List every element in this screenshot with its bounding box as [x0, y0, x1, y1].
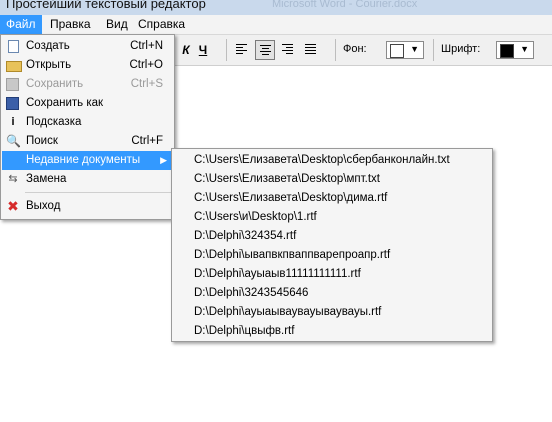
- menu-file[interactable]: Файл: [0, 15, 42, 34]
- dropdown-arrow-icon: ▼: [520, 44, 529, 54]
- menu-item-replace[interactable]: ⇆ Замена: [2, 170, 173, 189]
- open-folder-icon: [6, 61, 22, 72]
- save-disk-icon: [6, 78, 19, 91]
- font-color-combo[interactable]: ▼: [496, 41, 534, 59]
- toolbar-separator: [226, 39, 227, 61]
- save-as-icon: [6, 97, 19, 110]
- background-color-label: Фон:: [343, 43, 367, 55]
- file-menu-dropdown: Создать Ctrl+N Открыть Ctrl+O Сохранить …: [0, 34, 175, 220]
- underline-button[interactable]: Ч: [193, 40, 213, 60]
- dropdown-arrow-icon: ▼: [410, 44, 419, 54]
- menu-item-recent-documents[interactable]: Недавние документы ▶: [2, 151, 173, 170]
- font-color-swatch: [500, 44, 514, 58]
- font-color-label: Шрифт:: [441, 43, 481, 55]
- toolbar-separator: [433, 39, 434, 61]
- recent-document-item[interactable]: D:\Delphi\цвыфв.rtf: [194, 322, 294, 341]
- align-right-button[interactable]: [278, 40, 298, 60]
- submenu-arrow-icon: ▶: [160, 155, 167, 165]
- align-left-icon: [236, 44, 247, 56]
- new-document-icon: [8, 40, 19, 53]
- align-left-button[interactable]: [232, 40, 252, 60]
- replace-icon: ⇆: [8, 173, 18, 185]
- align-center-icon: [260, 45, 271, 57]
- align-right-icon: [282, 44, 293, 56]
- menu-item-open[interactable]: Открыть Ctrl+O: [2, 56, 173, 75]
- window-title: Простейший текстовый редактор: [6, 0, 206, 11]
- search-magnifier-icon: 🔍: [6, 134, 21, 148]
- recent-document-item[interactable]: C:\Users\Елизавета\Desktop\мпт.txt: [194, 170, 380, 189]
- recent-document-item[interactable]: C:\Users\Елизавета\Desktop\дима.rtf: [194, 189, 387, 208]
- recent-document-item[interactable]: D:\Delphi\3243545646: [194, 284, 308, 303]
- menu-item-new[interactable]: Создать Ctrl+N: [2, 37, 173, 56]
- recent-document-item[interactable]: C:\Users\и\Desktop\1.rtf: [194, 208, 317, 227]
- exit-x-icon: ✖: [7, 198, 19, 214]
- menu-edit[interactable]: Правка: [44, 15, 97, 34]
- menu-item-exit[interactable]: ✖ Выход: [2, 197, 173, 216]
- align-justify-icon: [305, 44, 316, 56]
- menu-bar: Файл Правка Вид Справка: [0, 15, 552, 35]
- recent-document-item[interactable]: D:\Delphi\324354.rtf: [194, 227, 296, 246]
- align-justify-button[interactable]: [301, 40, 321, 60]
- title-bar: Простейший текстовый редактор Microsoft …: [0, 0, 552, 16]
- toolbar-separator: [335, 39, 336, 61]
- background-window-caption: Microsoft Word - Courier.docx: [272, 0, 418, 10]
- align-center-button[interactable]: [255, 40, 275, 60]
- background-color-swatch: [390, 44, 404, 58]
- menu-item-save-as[interactable]: Сохранить как: [2, 94, 173, 113]
- menu-view[interactable]: Вид: [100, 15, 134, 34]
- menu-item-search[interactable]: 🔍 Поиск Ctrl+F: [2, 132, 173, 151]
- recent-document-item[interactable]: D:\Delphi\ауыаываувауываувауы.rtf: [194, 303, 381, 322]
- recent-document-item[interactable]: D:\Delphi\ауыаыв11111111111.rtf: [194, 265, 361, 284]
- menu-help[interactable]: Справка: [132, 15, 191, 34]
- background-color-combo[interactable]: ▼: [386, 41, 424, 59]
- menu-separator: [25, 192, 171, 193]
- menu-item-save[interactable]: Сохранить Ctrl+S: [2, 75, 173, 94]
- recent-document-item[interactable]: D:\Delphi\ывапвкпваппварепроапр.rtf: [194, 246, 390, 265]
- menu-item-hint[interactable]: ⅰ Подсказка: [2, 113, 173, 132]
- hint-icon: ⅰ: [11, 116, 15, 128]
- recent-document-item[interactable]: C:\Users\Елизавета\Desktop\сбербанконлай…: [194, 151, 450, 170]
- recent-documents-submenu: C:\Users\Елизавета\Desktop\сбербанконлай…: [171, 148, 493, 342]
